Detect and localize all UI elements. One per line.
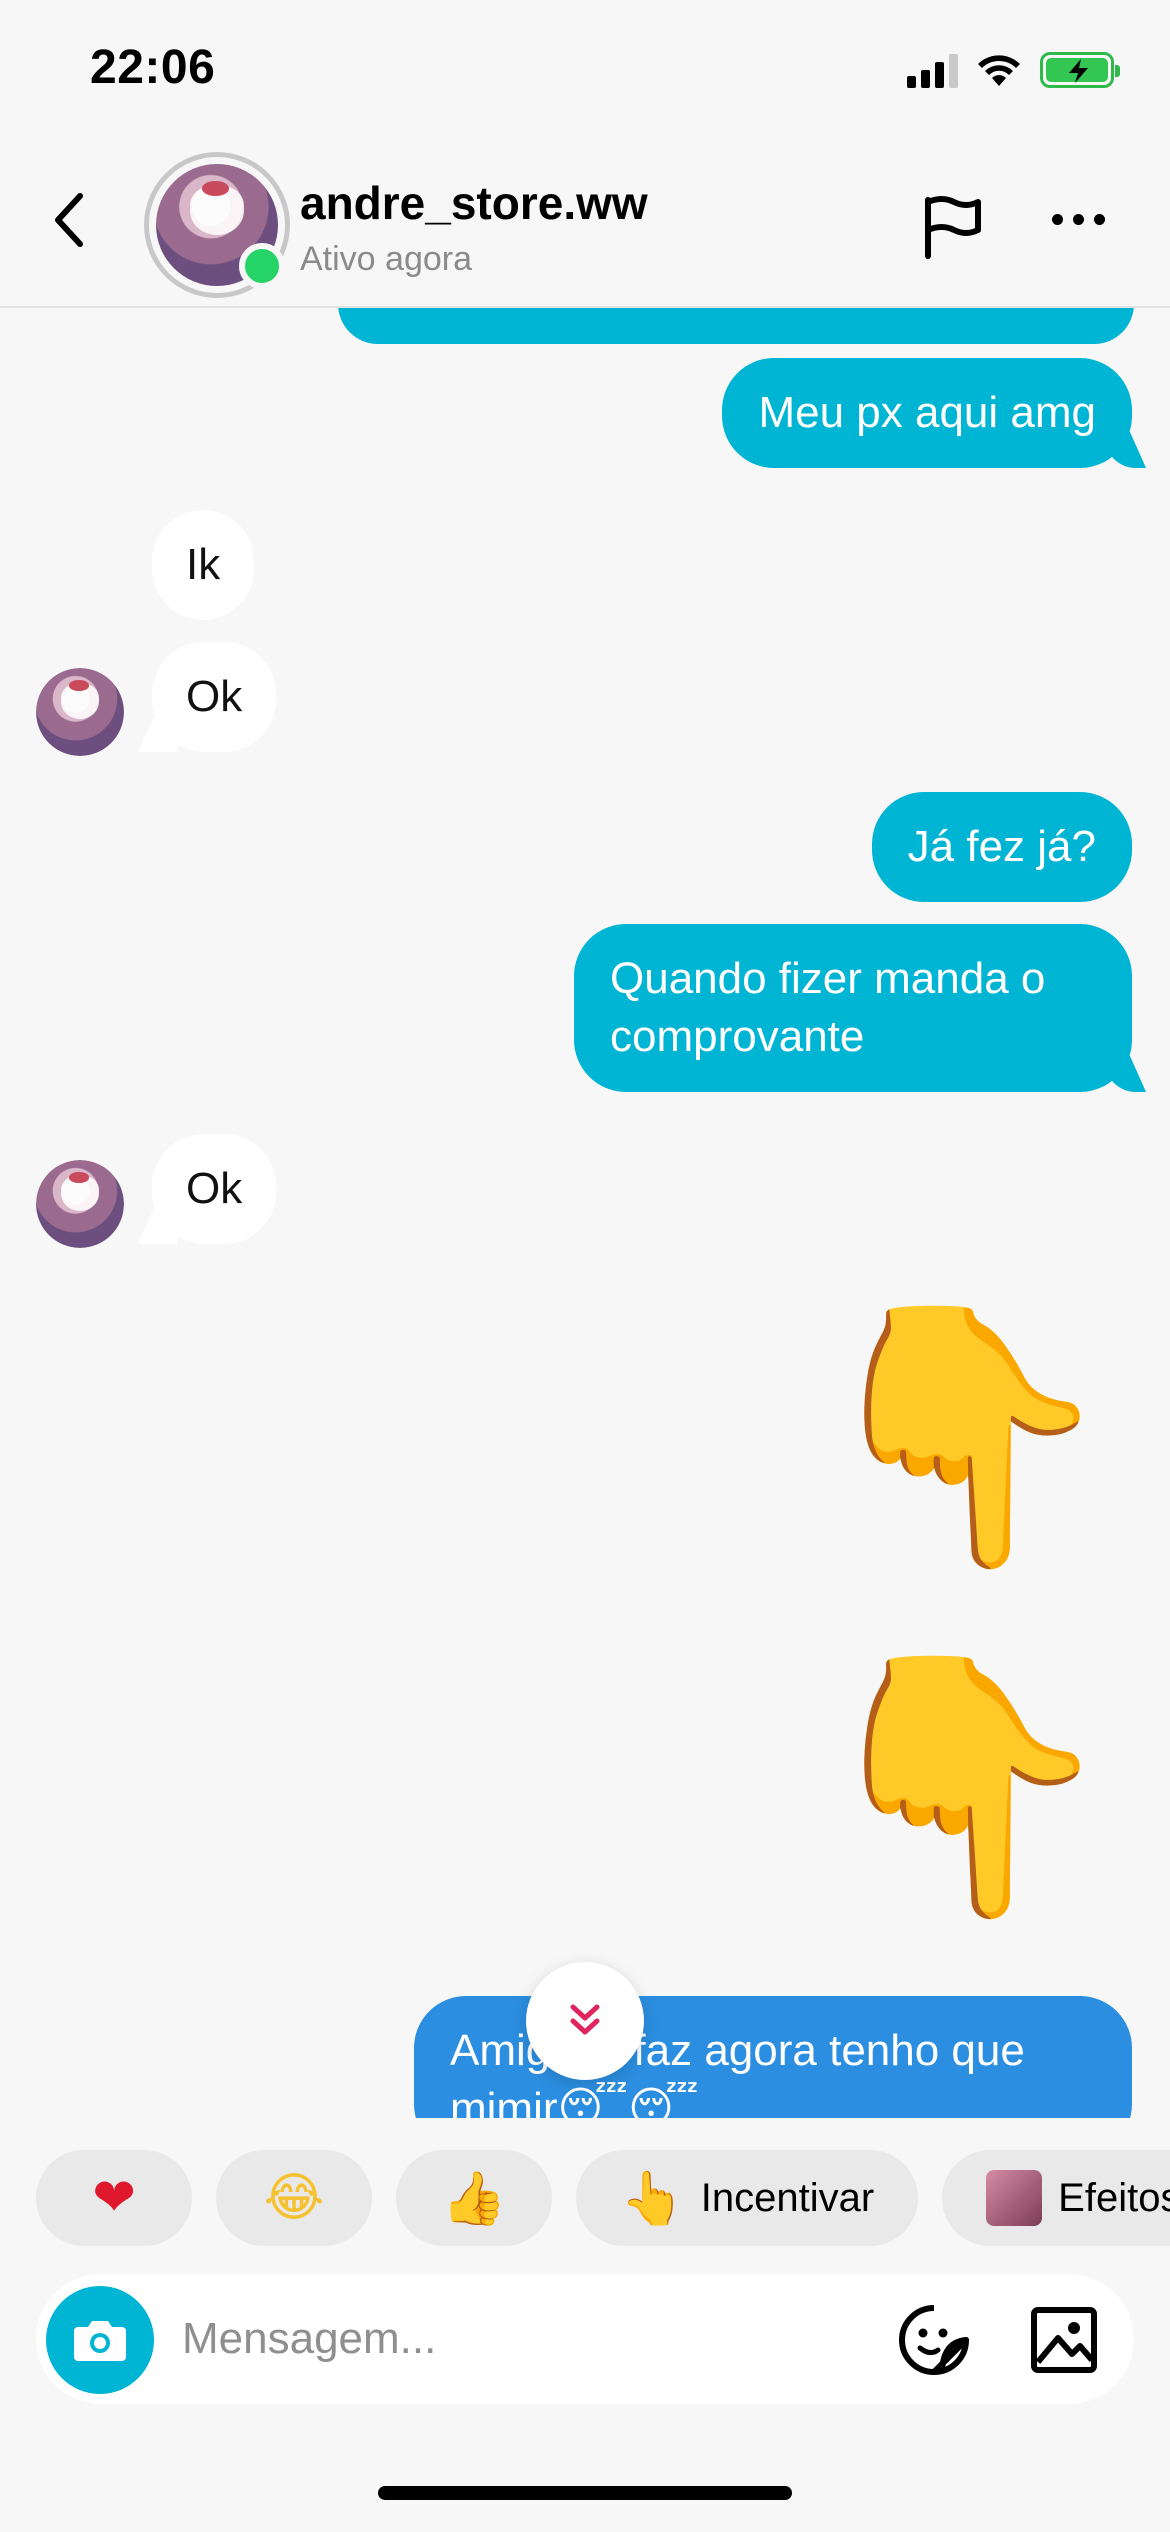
home-indicator[interactable] xyxy=(378,2486,792,2500)
double-chevron-down-icon xyxy=(570,2004,600,2035)
pointing-down-emoji: 👇 xyxy=(808,1289,1120,1580)
message-bubble-in[interactable]: Ik xyxy=(152,510,255,620)
quick-reply-thumbs-up[interactable]: 👍 xyxy=(396,2150,552,2246)
sticker-icon xyxy=(899,2305,969,2375)
heart-icon: ❤ xyxy=(92,2168,136,2228)
laughing-emoji-icon: 😂 xyxy=(263,2168,325,2228)
message-bubble-in[interactable]: Ok xyxy=(152,1134,277,1244)
more-horizontal-icon xyxy=(1052,214,1063,225)
pointing-up-icon: 👆 xyxy=(620,2168,685,2229)
report-button[interactable] xyxy=(918,192,988,262)
message-bubble-out[interactable]: Já fez já? xyxy=(871,792,1132,902)
contact-avatar[interactable] xyxy=(36,668,124,756)
sticker-button[interactable] xyxy=(896,2302,972,2378)
message-text: Ik xyxy=(186,540,221,589)
thumbs-up-icon: 👍 xyxy=(441,2168,507,2229)
message-bubble-in[interactable]: Ok xyxy=(152,642,277,752)
online-indicator xyxy=(239,243,285,289)
chip-label: Incentivar xyxy=(700,2175,875,2220)
gallery-button[interactable] xyxy=(1026,2302,1102,2378)
contact-avatar[interactable] xyxy=(144,152,290,298)
contact-name[interactable]: andre_store.ww xyxy=(300,176,648,230)
scroll-to-bottom-button[interactable] xyxy=(526,1962,644,2080)
flag-icon xyxy=(925,196,981,259)
message-text: Meu px aqui amg xyxy=(758,388,1096,437)
message-text: Já fez já? xyxy=(907,822,1096,871)
contact-status: Ativo agora xyxy=(300,240,472,278)
message-bubble-out[interactable]: Quando fizer manda o comprovante xyxy=(574,924,1132,1092)
message-input[interactable] xyxy=(182,2306,882,2372)
quick-reply-incentivar[interactable]: 👆 Incentivar xyxy=(576,2150,919,2246)
more-button[interactable] xyxy=(1052,214,1105,225)
message-bubble-out[interactable]: Meu px aqui amg xyxy=(722,358,1132,468)
message-text: Quando fizer manda o comprovante xyxy=(610,954,1046,1061)
chip-label: Efeitos xyxy=(1058,2175,1170,2220)
emoji-message[interactable]: 👇 xyxy=(809,1310,1120,1560)
camera-icon xyxy=(74,2321,126,2361)
message-text: Ok xyxy=(186,672,243,721)
quick-reply-laugh[interactable]: 😂 xyxy=(216,2150,372,2246)
quick-reply-heart[interactable]: ❤ xyxy=(36,2150,192,2246)
message-text: Ok xyxy=(186,1164,243,1213)
back-button[interactable] xyxy=(40,190,100,250)
message-composer xyxy=(36,2274,1134,2404)
quick-reply-bar: ❤ 😂 👍 👆 Incentivar Efeitos xyxy=(0,2150,1170,2250)
image-icon xyxy=(1031,2307,1097,2373)
pointing-down-emoji: 👇 xyxy=(808,1639,1120,1930)
chat-header: andre_store.ww Ativo agora xyxy=(0,140,1170,308)
message-bubble-out[interactable]: Amigo já faz agora tenho que mimir😴😴 xyxy=(414,1996,1132,2118)
effects-thumbnail xyxy=(986,2170,1043,2226)
chevron-left-icon xyxy=(55,193,83,247)
camera-button[interactable] xyxy=(46,2286,154,2394)
quick-reply-efeitos[interactable]: Efeitos xyxy=(942,2150,1170,2246)
contact-avatar[interactable] xyxy=(36,1160,124,1248)
emoji-message[interactable]: 👇 xyxy=(809,1660,1120,1910)
message-list[interactable]: Meu px aqui amg Ik Ok Já fez já? Quando … xyxy=(0,0,1170,2118)
